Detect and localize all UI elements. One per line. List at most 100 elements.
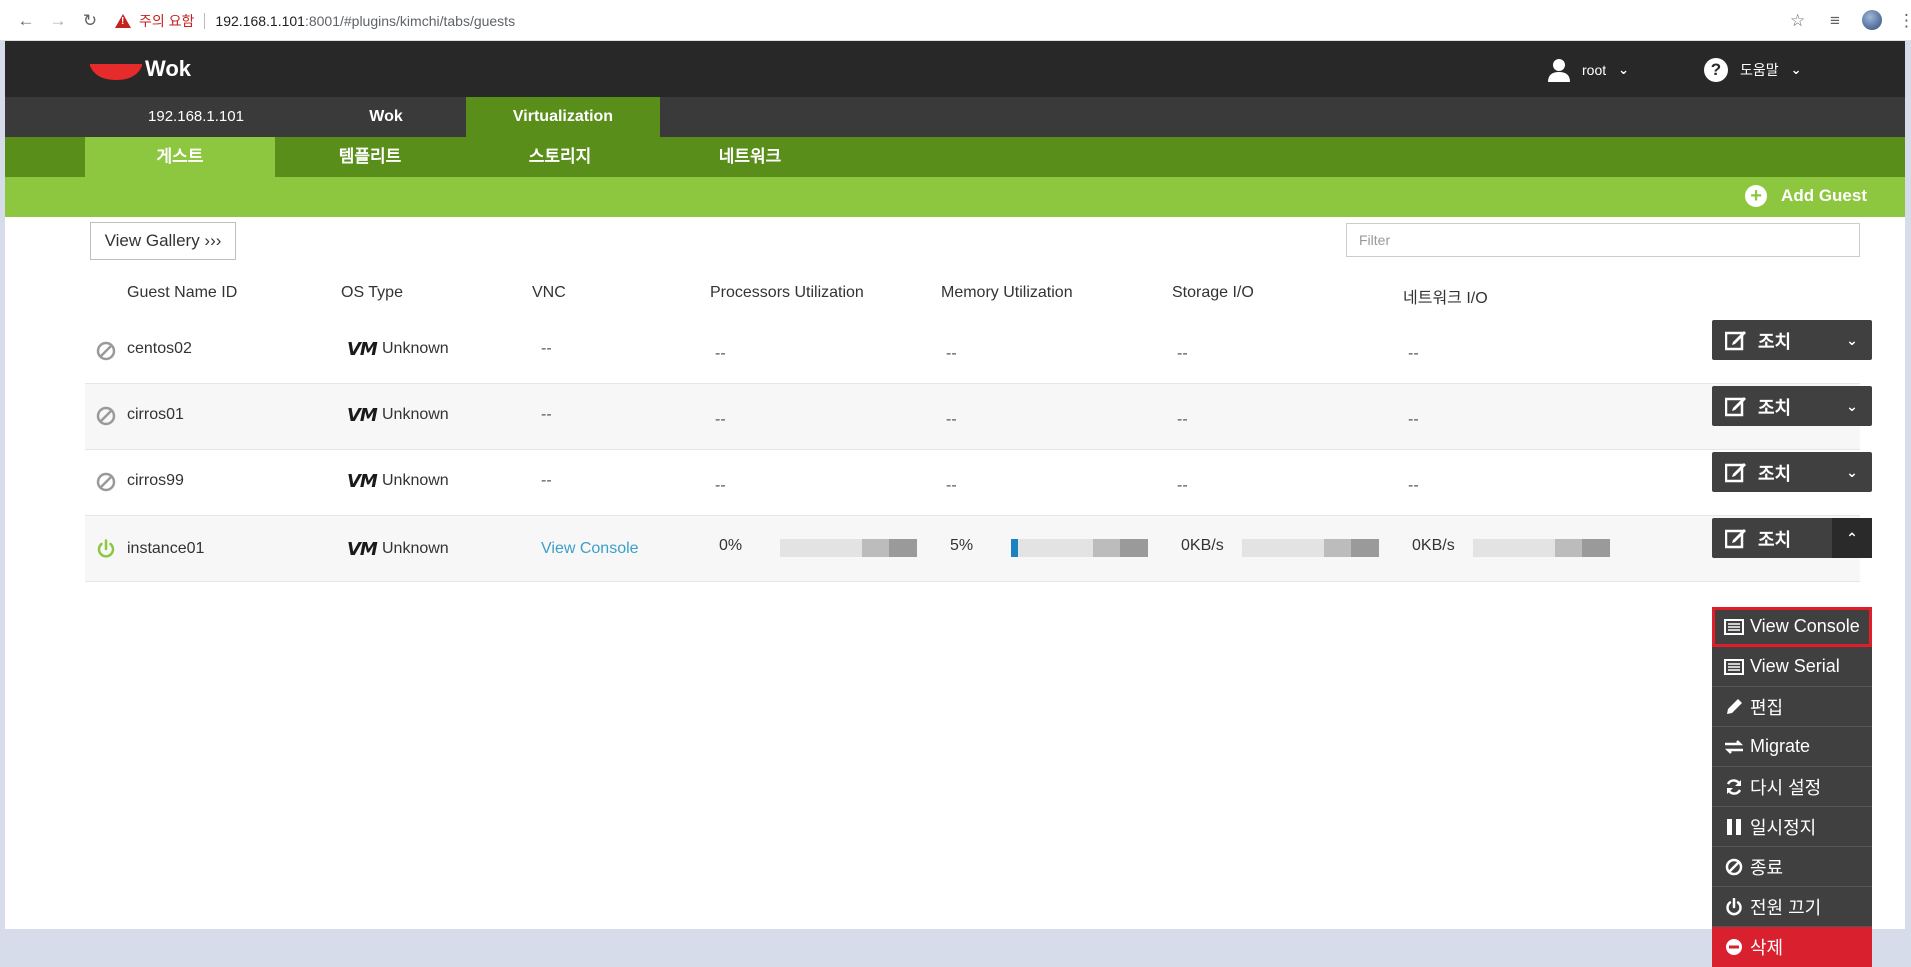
browser-menu-icon[interactable]: ⋮ [1898,11,1911,31]
actions-label: 조치 [1758,464,1792,484]
actions-dropdown-button[interactable]: 조치 ⌄ [1712,386,1872,426]
menu-item-label: 일시정지 [1750,817,1817,838]
help-label: 도움말 [1740,62,1779,78]
user-menu[interactable]: root ⌄ [1548,58,1629,82]
power-running-icon [97,539,115,558]
col-header-cpu: Processors Utilization [710,284,864,301]
stopped-status-icon [96,406,116,426]
memory-value: 5% [950,537,974,554]
tab-templates[interactable]: 템플리트 [275,137,465,177]
memory-value: -- [946,477,957,494]
guest-name: cirros01 [127,406,184,423]
menu-item-delete[interactable]: 삭제 [1712,927,1872,967]
menu-item-label: 편집 [1750,697,1784,718]
table-row: cirros99 VM Unknown -- -- -- -- -- [85,450,1860,516]
chevron-down-icon: ⌄ [1846,464,1858,480]
menu-item-label: 종료 [1750,857,1784,878]
user-icon [1548,59,1570,82]
bookmark-star-icon[interactable]: ☆ [1790,11,1805,31]
reload-icon[interactable]: ↻ [81,12,99,30]
help-menu[interactable]: ? 도움말 ⌄ [1704,58,1802,82]
cpu-utilization-bar [780,539,917,557]
menu-item-view-serial[interactable]: View Serial [1712,647,1872,687]
vm-os-icon: VM [347,471,378,492]
vnc-value: -- [541,472,552,489]
network-value: -- [1408,345,1419,362]
add-guest-button[interactable]: + Add Guest [1745,185,1867,207]
tab-wok[interactable]: Wok [291,97,481,137]
actions-dropdown-button[interactable]: 조치 ⌄ [1712,452,1872,492]
actions-label: 조치 [1758,398,1792,418]
actions-label: 조치 [1758,332,1792,352]
menu-item-label: 다시 설정 [1750,777,1822,798]
menu-item-shutdown[interactable]: 종료 [1712,847,1872,887]
browser-toolbar: ← → ↻ ! 주의 요함 192.168.1.101:8001/#plugin… [0,0,1911,41]
network-io-bar [1473,539,1610,557]
profile-avatar[interactable] [1862,10,1882,30]
chevron-down-icon: ⌄ [1790,62,1802,77]
menu-item-reset[interactable]: 다시 설정 [1712,767,1872,807]
menu-item-label: Migrate [1750,736,1811,756]
add-guest-label: Add Guest [1781,186,1867,205]
view-console-link[interactable]: View Console [541,540,639,558]
chevron-down-icon: ⌄ [1846,398,1858,414]
back-arrow-icon[interactable]: ← [17,12,35,30]
vm-os-icon: VM [347,405,378,426]
col-header-storage: Storage I/O [1172,284,1254,301]
menu-item-edit[interactable]: 편집 [1712,687,1872,727]
os-type: Unknown [382,406,449,423]
menu-item-pause[interactable]: 일시정지 [1712,807,1872,847]
forward-arrow-icon[interactable]: → [49,12,67,30]
reading-list-icon[interactable]: ≡ [1830,11,1840,31]
memory-utilization-bar [1011,539,1148,557]
vnc-value: -- [541,340,552,357]
memory-bar-fill [1011,539,1018,557]
storage-value: -- [1177,345,1188,362]
cpu-value: -- [715,477,726,494]
guest-name: instance01 [127,540,205,557]
col-header-vnc: VNC [532,284,566,301]
tab-host[interactable]: 192.168.1.101 [101,97,291,137]
actions-dropdown-button[interactable]: 조치 ⌄ [1712,320,1872,360]
os-type: Unknown [382,472,449,489]
storage-io-bar [1242,539,1379,557]
refresh-icon [1724,777,1744,797]
shutdown-icon [1724,857,1744,877]
tab-network[interactable]: 네트워크 [655,137,845,177]
sub-tab-bar: 게스트 템플리트 스토리지 네트워크 [5,137,1905,177]
view-gallery-button[interactable]: View Gallery ››› [90,222,236,260]
network-value: -- [1408,411,1419,428]
edit-icon [1725,463,1746,483]
filter-input[interactable] [1346,223,1860,257]
plus-circle-icon: + [1745,185,1768,207]
serial-icon [1724,657,1744,677]
tab-guests[interactable]: 게스트 [85,137,275,177]
url-path: :8001/#plugins/kimchi/tabs/guests [304,13,516,29]
vm-os-icon: VM [347,539,378,560]
menu-item-label: View Serial [1750,656,1840,676]
actions-dropdown-menu: View Console View Serial 편집 Migrate 다시 설… [1712,607,1872,967]
menu-item-label: View Console [1750,616,1860,636]
menu-item-power-off[interactable]: 전원 끄기 [1712,887,1872,927]
menu-item-view-console[interactable]: View Console [1712,607,1872,647]
guest-name: cirros99 [127,472,184,489]
network-value: 0KB/s [1412,537,1455,554]
chevron-down-icon: ⌄ [1846,332,1858,348]
storage-value: -- [1177,477,1188,494]
wok-app: Wok root ⌄ ? 도움말 ⌄ 192.168.1.101 Wok Vir… [5,41,1905,967]
action-bar: + Add Guest [5,177,1905,217]
address-bar[interactable]: ! 주의 요함 192.168.1.101:8001/#plugins/kimc… [115,9,515,33]
cpu-value: 0% [719,537,743,554]
tab-storage[interactable]: 스토리지 [465,137,655,177]
edit-icon [1725,529,1746,549]
menu-item-migrate[interactable]: Migrate [1712,727,1872,767]
tab-virtualization[interactable]: Virtualization [466,97,660,137]
actions-dropdown-button[interactable]: 조치 ⌃ [1712,518,1872,558]
guest-name: centos02 [127,340,192,357]
storage-value: 0KB/s [1181,537,1224,554]
memory-value: -- [946,411,957,428]
app-title: Wok [145,56,192,81]
user-name: root [1582,62,1607,78]
edit-icon [1725,397,1746,417]
pencil-icon [1724,697,1744,717]
